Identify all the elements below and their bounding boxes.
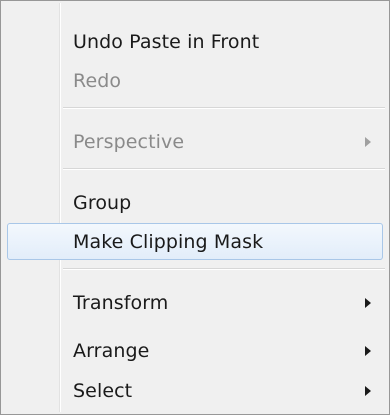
chevron-right-icon [365, 345, 371, 356]
menu-item-group[interactable]: Group [3, 184, 387, 221]
menu-separator [63, 268, 385, 270]
menu-item-redo[interactable]: Redo [3, 62, 387, 99]
menu-item-label: Perspective [73, 130, 185, 153]
menu-item-transform[interactable]: Transform [3, 284, 387, 321]
chevron-right-icon [365, 297, 371, 308]
chevron-right-icon [365, 136, 371, 147]
menu-item-label: Arrange [73, 339, 150, 362]
chevron-right-icon [365, 385, 371, 396]
menu-item-label: Redo [73, 69, 122, 92]
menu-item-label: Undo Paste in Front [73, 30, 260, 53]
menu-item-make-clipping-mask[interactable]: Make Clipping Mask [7, 223, 383, 260]
menu-item-label: Group [73, 191, 132, 214]
menu-item-undo-paste-in-front[interactable]: Undo Paste in Front [3, 23, 387, 60]
menu-item-perspective[interactable]: Perspective [3, 123, 387, 160]
menu-separator [63, 168, 385, 170]
menu-item-label: Transform [73, 291, 169, 314]
context-menu: Undo Paste in Front Redo Perspective Gro… [0, 0, 390, 415]
menu-item-select[interactable]: Select [3, 372, 387, 409]
menu-item-arrange[interactable]: Arrange [3, 332, 387, 369]
menu-item-label: Make Clipping Mask [73, 230, 264, 253]
menu-separator [63, 107, 385, 109]
menu-item-label: Select [73, 379, 133, 402]
